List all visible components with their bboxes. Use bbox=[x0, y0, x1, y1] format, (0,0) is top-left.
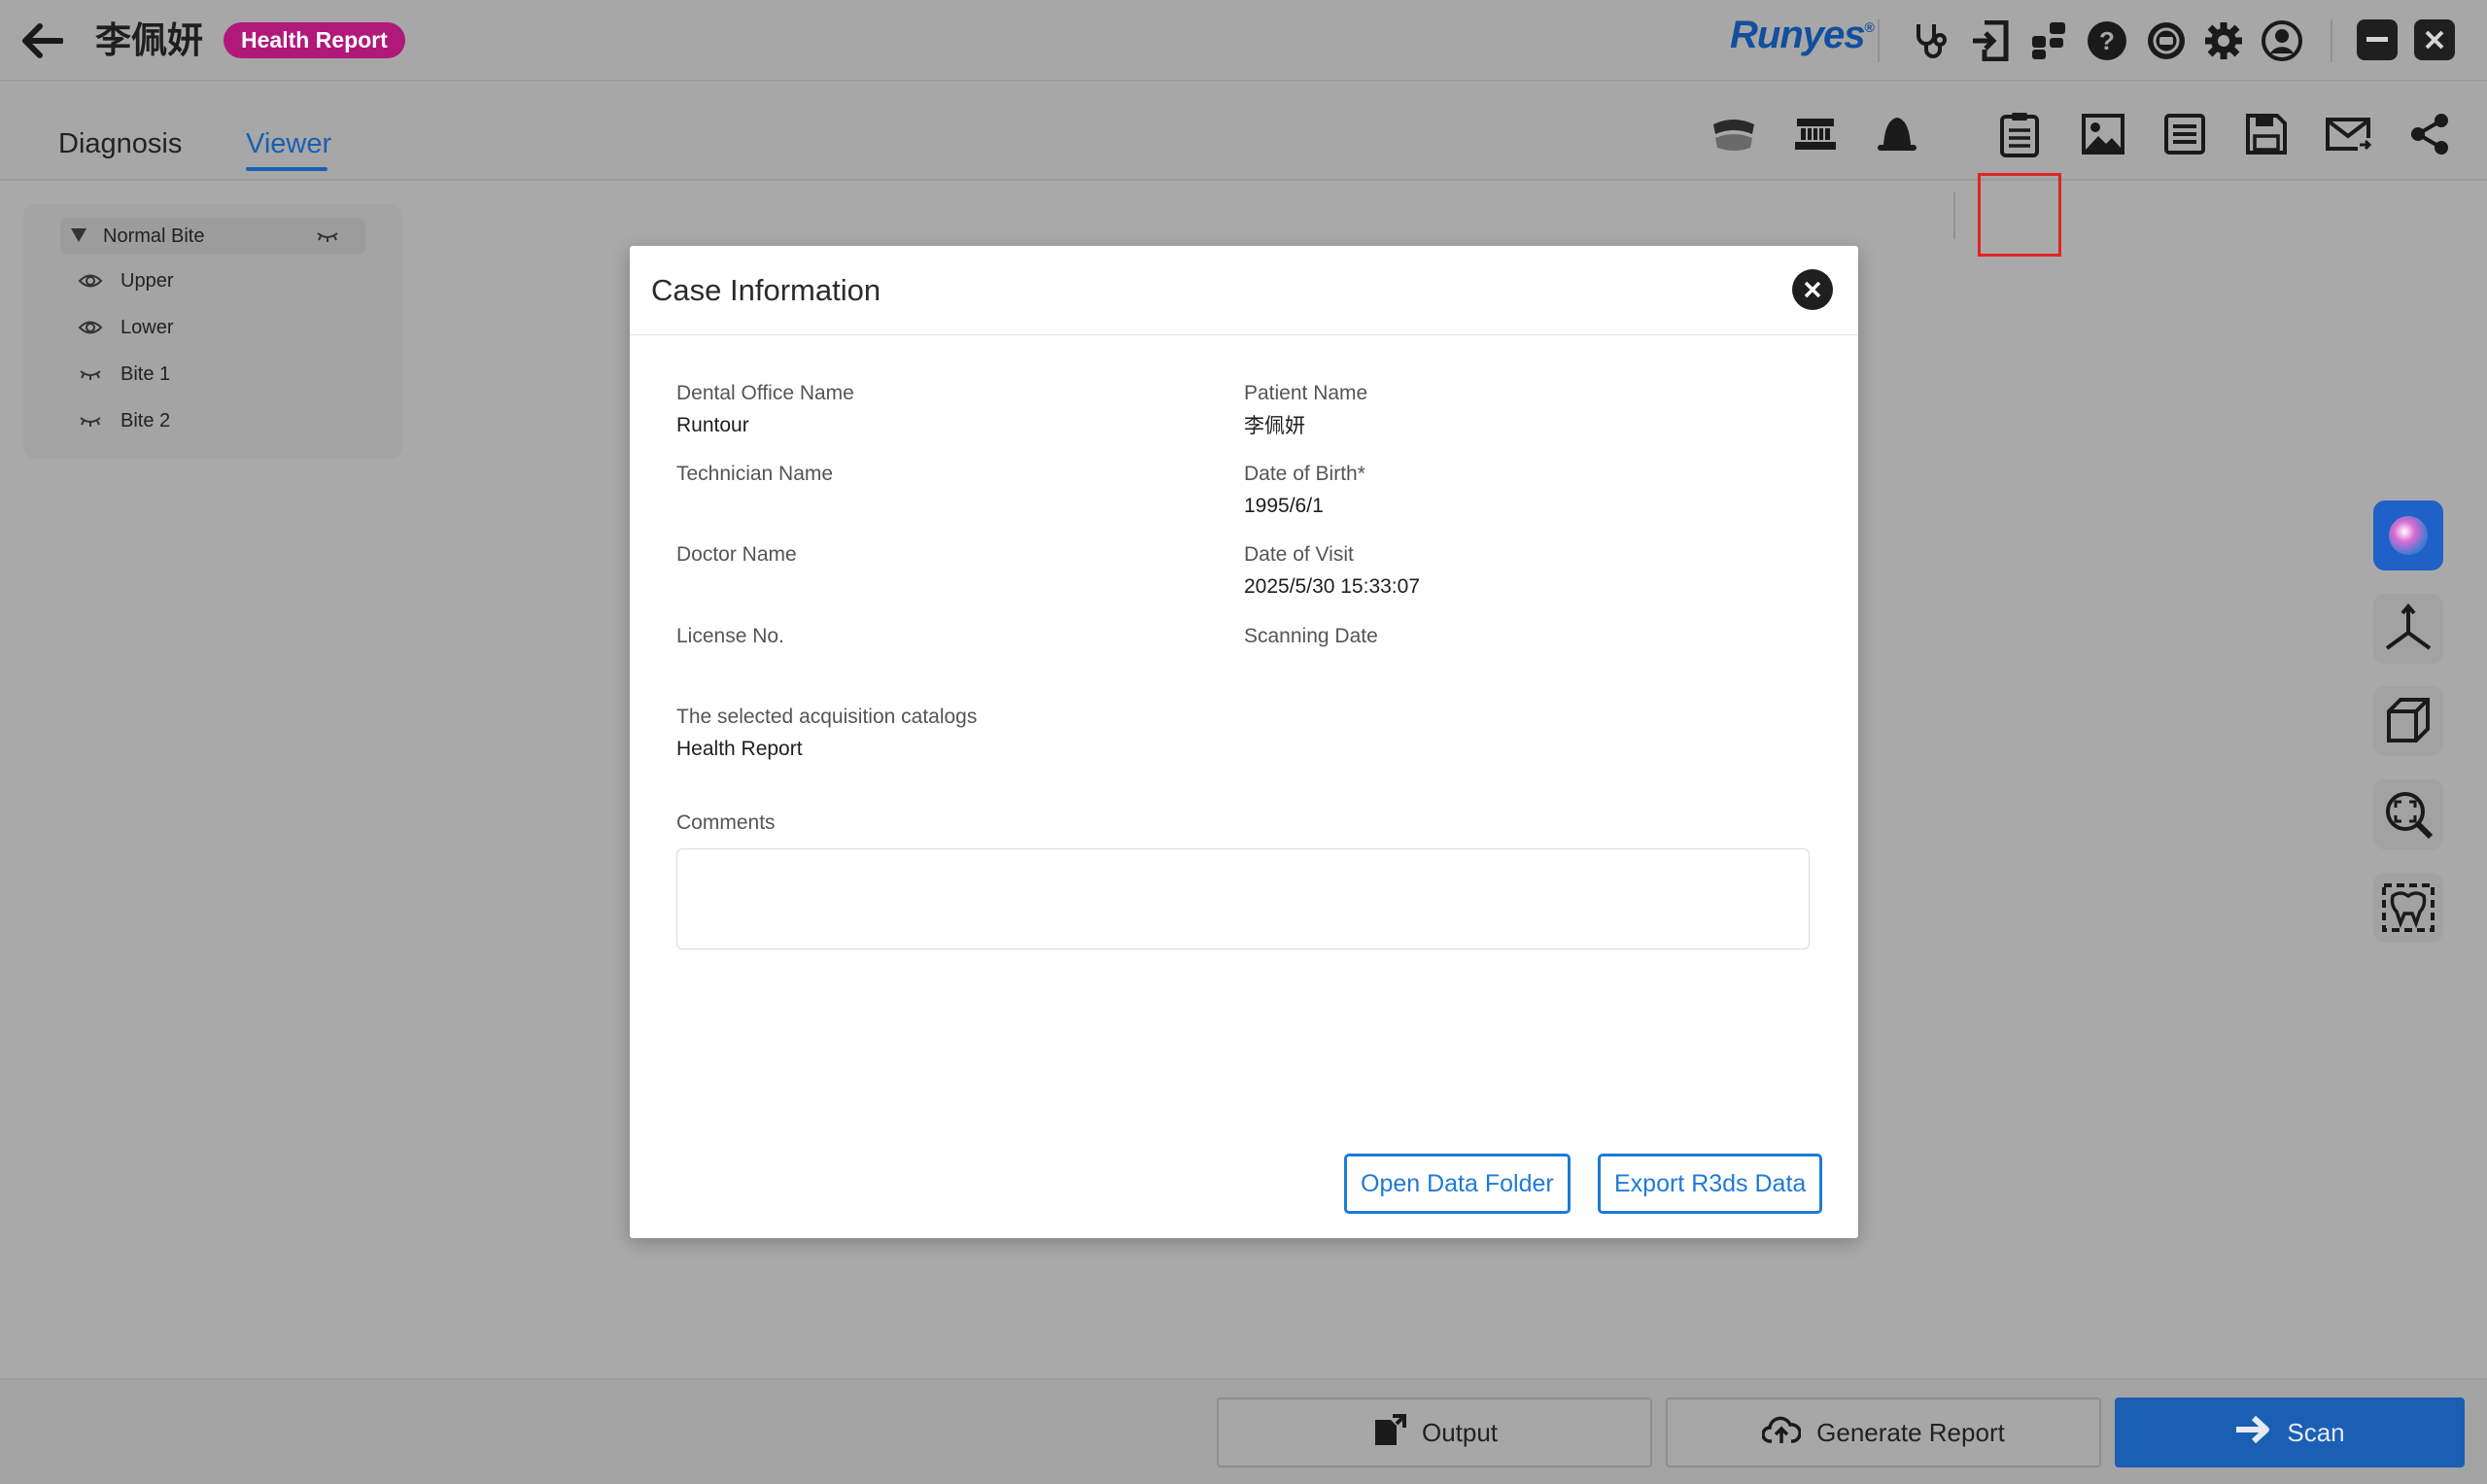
generate-report-button[interactable]: Generate Report bbox=[1666, 1398, 2101, 1467]
cube-view-icon[interactable] bbox=[2373, 686, 2443, 756]
arch-icon[interactable] bbox=[1784, 103, 1847, 165]
dialog-header: Case Information bbox=[630, 246, 1858, 335]
eye-icon[interactable] bbox=[78, 315, 103, 340]
acquisition-catalogs-label: The selected acquisition catalogs bbox=[676, 706, 978, 728]
date-of-birth-value: 1995/6/1 bbox=[1244, 495, 1324, 517]
zoom-fit-icon[interactable] bbox=[2373, 779, 2443, 849]
tab-diagnosis[interactable]: Diagnosis bbox=[58, 124, 182, 163]
comments-field[interactable] bbox=[676, 848, 1810, 949]
date-of-visit-label: Date of Visit bbox=[1244, 543, 1354, 566]
case-info-icon[interactable] bbox=[1988, 103, 2051, 165]
output-label: Output bbox=[1421, 1417, 1499, 1447]
tree-group-label: Normal Bite bbox=[103, 225, 205, 247]
case-type-badge: Health Report bbox=[224, 22, 405, 58]
tab-viewer[interactable]: Viewer bbox=[246, 124, 331, 163]
patient-name-label: Patient Name bbox=[1244, 382, 1368, 404]
axis-icon[interactable] bbox=[2373, 594, 2443, 664]
tree-item-bite-1[interactable]: Bite 1 bbox=[121, 362, 170, 387]
share-icon[interactable] bbox=[2399, 103, 2461, 165]
comments-label: Comments bbox=[676, 811, 776, 834]
remote-support-icon[interactable] bbox=[2143, 17, 2190, 64]
settings-icon[interactable] bbox=[2200, 17, 2247, 64]
color-icon[interactable] bbox=[2373, 500, 2443, 570]
eye-closed-icon[interactable] bbox=[315, 224, 340, 249]
eye-closed-icon[interactable] bbox=[78, 408, 103, 433]
back-arrow-icon[interactable] bbox=[17, 17, 66, 64]
collapse-triangle-icon[interactable] bbox=[66, 223, 91, 248]
view-toolbar: Diagnosis Viewer bbox=[0, 84, 2487, 257]
scanning-date-label: Scanning Date bbox=[1244, 625, 1378, 647]
cloud-upload-icon bbox=[1761, 1414, 1803, 1452]
divider bbox=[1953, 192, 1955, 239]
list-icon[interactable] bbox=[2154, 103, 2216, 165]
date-of-birth-label: Date of Birth* bbox=[1244, 463, 1365, 485]
minimize-button[interactable] bbox=[2357, 19, 2398, 60]
help-icon[interactable]: ? bbox=[2084, 17, 2130, 64]
export-r3ds-data-button[interactable]: Export R3ds Data bbox=[1598, 1154, 1823, 1214]
doctor-name-label: Doctor Name bbox=[676, 543, 797, 566]
tree-item-upper[interactable]: Upper bbox=[121, 268, 173, 293]
model-tree-panel: Normal Bite Upper Lower Bite 1 Bite 2 bbox=[23, 204, 402, 459]
dental-office-label: Dental Office Name bbox=[676, 382, 854, 404]
teeth-select-icon[interactable] bbox=[2373, 873, 2443, 943]
jaw-model-icon[interactable] bbox=[1703, 103, 1765, 165]
open-data-folder-button[interactable]: Open Data Folder bbox=[1344, 1154, 1571, 1214]
brand-logo: Runyes® bbox=[1730, 14, 1875, 56]
image-icon[interactable] bbox=[2072, 103, 2134, 165]
technician-name-label: Technician Name bbox=[676, 463, 834, 485]
title-bar: 李佩妍 Health Report Runyes® ? bbox=[0, 0, 2487, 82]
bell-icon[interactable] bbox=[1866, 103, 1928, 165]
close-icon[interactable] bbox=[1792, 269, 1833, 310]
import-icon[interactable] bbox=[1967, 17, 2014, 64]
date-of-visit-value: 2025/5/30 15:33:07 bbox=[1244, 575, 1421, 598]
case-information-dialog: Case Information Dental Office Name Runt… bbox=[630, 246, 1858, 1238]
scan-label: Scan bbox=[2287, 1417, 2345, 1447]
acquisition-catalogs-value: Health Report bbox=[676, 738, 803, 760]
generate-report-label: Generate Report bbox=[1816, 1417, 2005, 1447]
tree-item-bite-2[interactable]: Bite 2 bbox=[121, 408, 170, 433]
scan-button[interactable]: Scan bbox=[2115, 1398, 2465, 1467]
patient-name-value: 李佩妍 bbox=[1244, 414, 1305, 437]
dental-office-value: Runtour bbox=[676, 414, 749, 436]
divider bbox=[1878, 19, 1880, 62]
output-button[interactable]: Output bbox=[1217, 1398, 1652, 1467]
divider bbox=[2331, 19, 2332, 62]
apps-icon[interactable] bbox=[2025, 17, 2072, 64]
arrow-right-icon bbox=[2234, 1414, 2271, 1452]
output-icon bbox=[1371, 1412, 1406, 1454]
license-no-label: License No. bbox=[676, 625, 784, 647]
selected-tool-highlight bbox=[1978, 173, 2061, 257]
patient-name-title: 李佩妍 bbox=[95, 19, 203, 61]
tree-item-lower[interactable]: Lower bbox=[121, 315, 173, 340]
active-tab-indicator bbox=[246, 167, 328, 171]
close-window-button[interactable] bbox=[2414, 19, 2455, 60]
dialog-title: Case Information bbox=[651, 273, 881, 307]
eye-closed-icon[interactable] bbox=[78, 362, 103, 387]
account-icon[interactable] bbox=[2259, 17, 2305, 64]
stethoscope-icon[interactable] bbox=[1907, 17, 1953, 64]
save-icon[interactable] bbox=[2235, 103, 2297, 165]
svg-text:?: ? bbox=[2099, 26, 2115, 55]
eye-icon[interactable] bbox=[78, 268, 103, 293]
mail-icon[interactable] bbox=[2317, 103, 2379, 165]
